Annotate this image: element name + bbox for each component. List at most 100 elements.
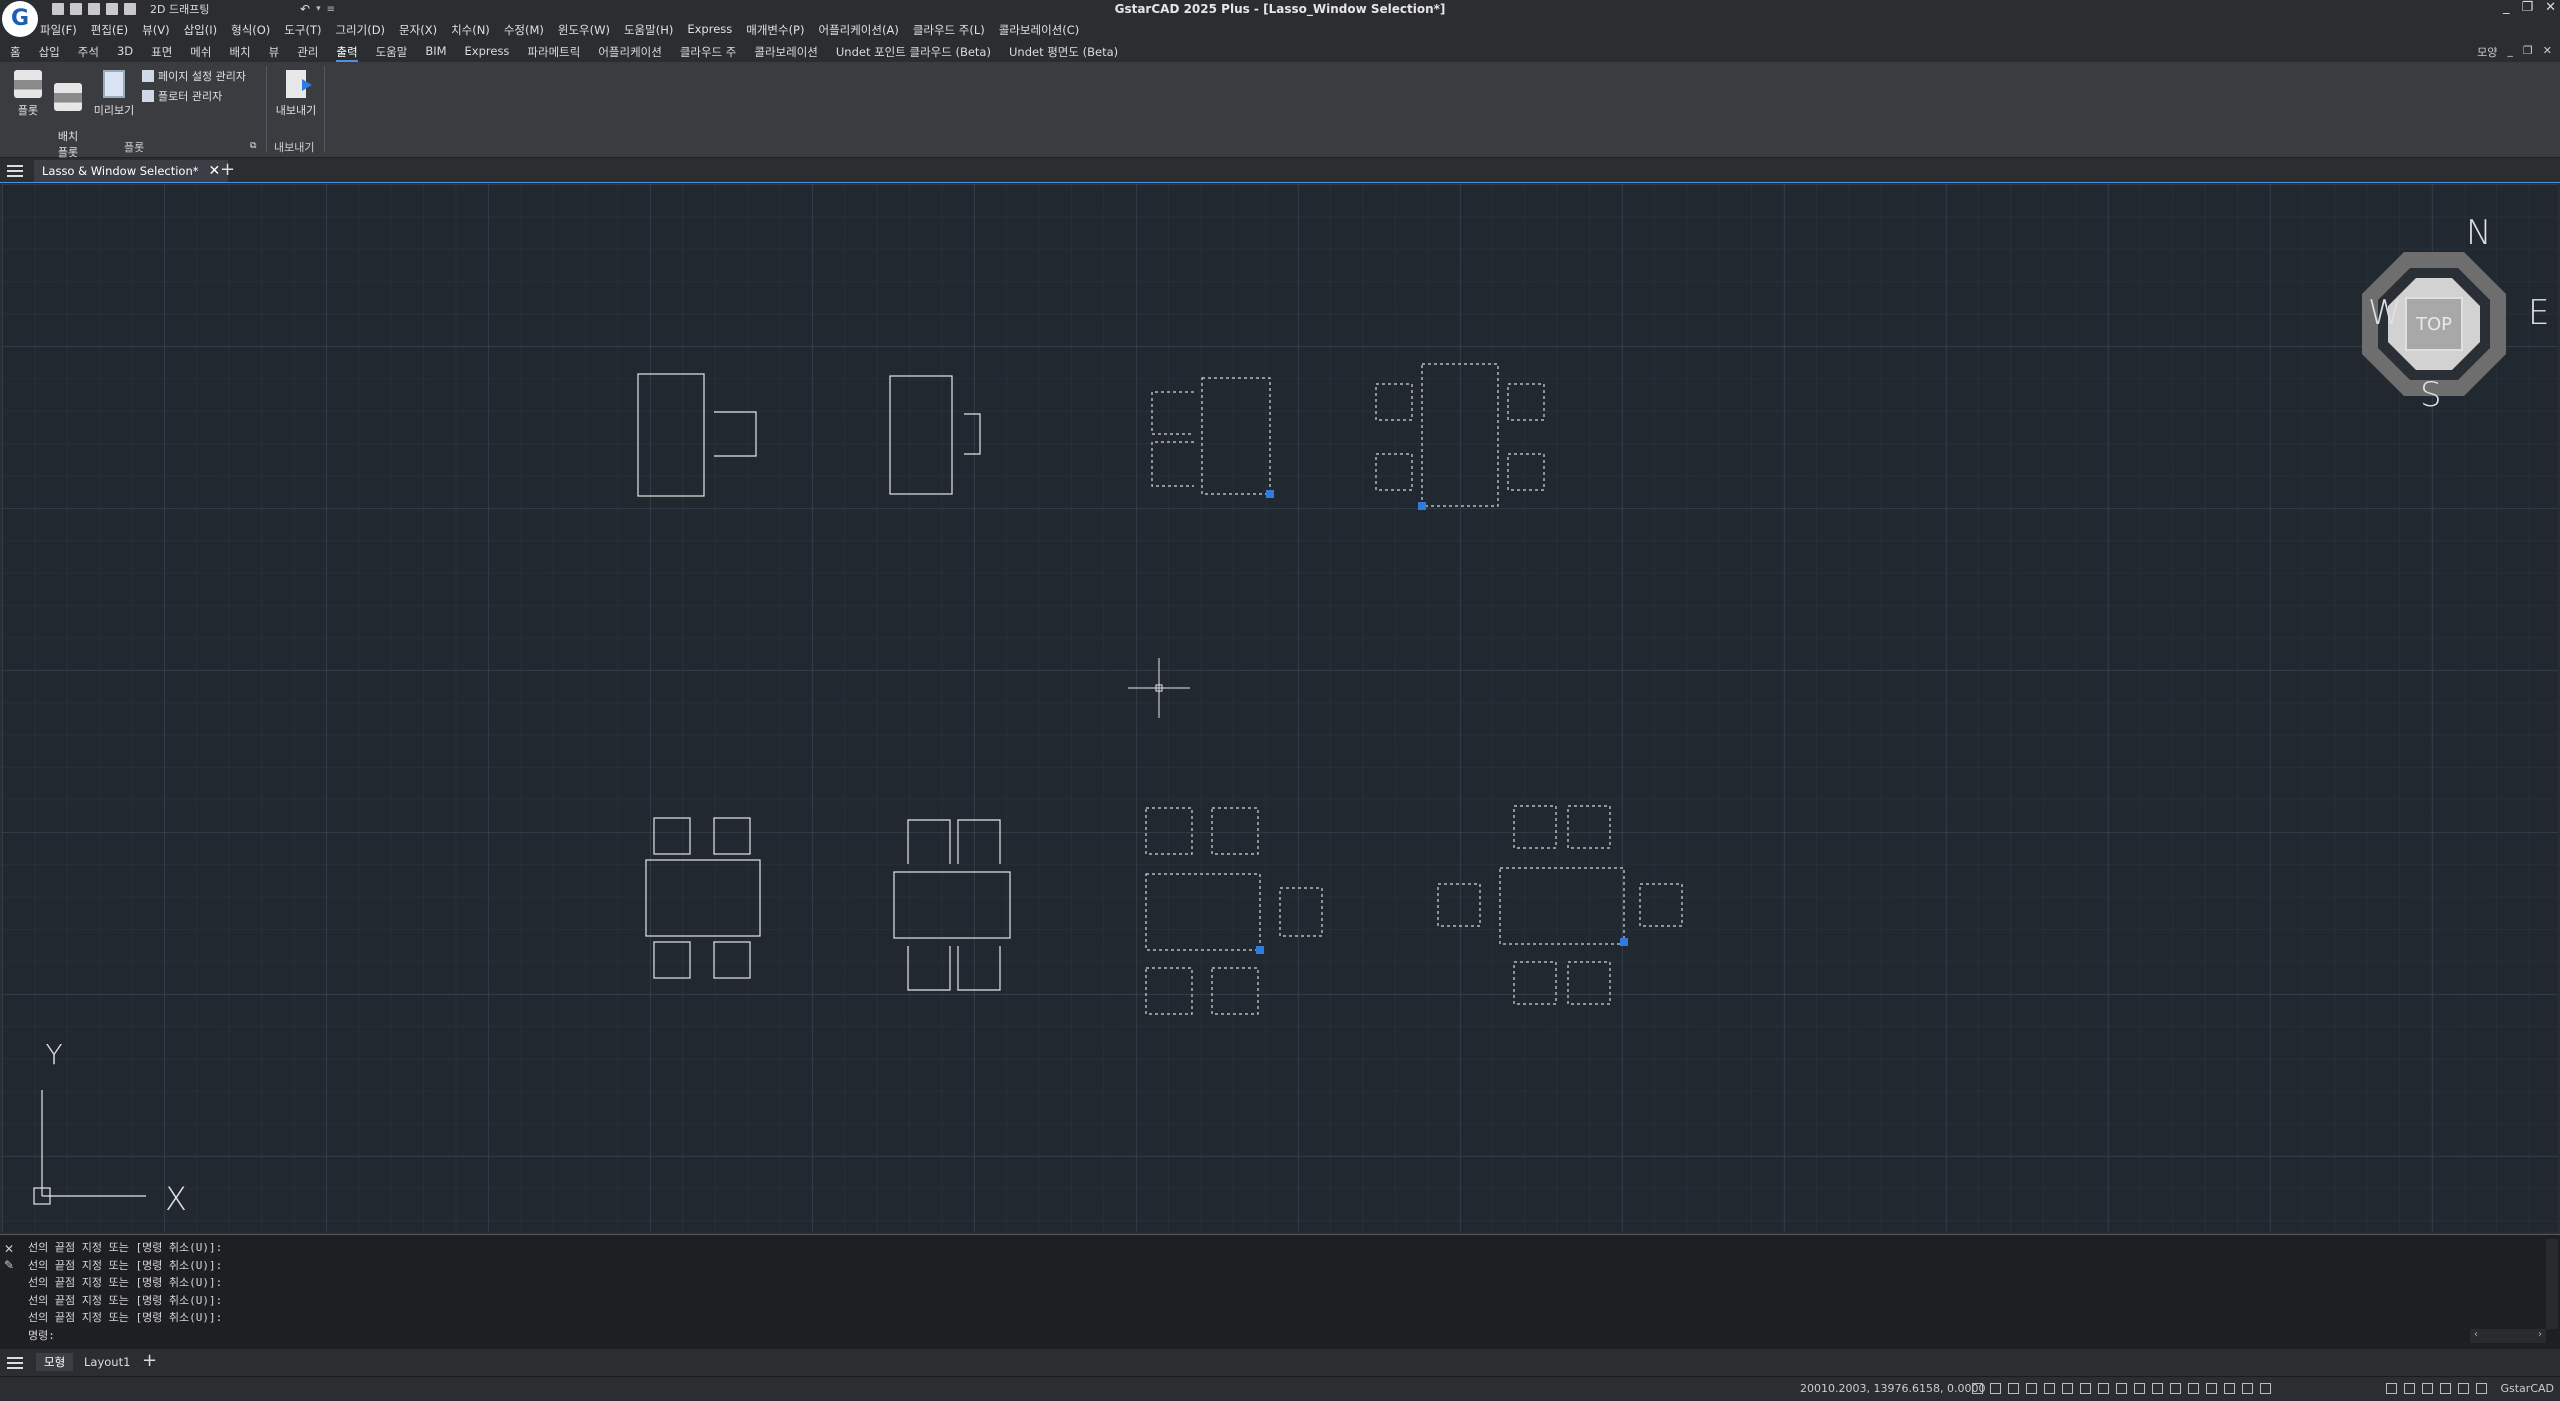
- workspace-switch-icon[interactable]: [2242, 1383, 2253, 1394]
- snap-icon[interactable]: [1990, 1383, 2001, 1394]
- tab-undet-floorplan[interactable]: Undet 평면도 (Beta): [1009, 44, 1118, 62]
- command-horizontal-scrollbar[interactable]: ‹ ›: [2470, 1329, 2546, 1343]
- minimize-button[interactable]: _: [2503, 0, 2510, 15]
- grip-handle[interactable]: [1266, 490, 1274, 498]
- close-button[interactable]: ✕: [2545, 0, 2556, 15]
- menu-parameters[interactable]: 매개변수(P): [746, 22, 804, 40]
- menu-tools[interactable]: 도구(T): [284, 22, 321, 40]
- hardware-icon[interactable]: [2440, 1383, 2451, 1394]
- command-vertical-scrollbar[interactable]: [2546, 1239, 2558, 1329]
- clean-screen-icon[interactable]: [2458, 1383, 2469, 1394]
- selection-cycling-icon[interactable]: [2170, 1383, 2181, 1394]
- menu-express[interactable]: Express: [687, 22, 732, 40]
- batch-plot-button[interactable]: 배치 플롯: [50, 70, 86, 160]
- dynamic-input-icon[interactable]: [2116, 1383, 2127, 1394]
- document-tab[interactable]: Lasso & Window Selection* ✕: [34, 160, 229, 182]
- compass-north[interactable]: N: [2466, 213, 2491, 253]
- transparency-icon[interactable]: [2152, 1383, 2163, 1394]
- tab-home[interactable]: 홈: [10, 44, 21, 62]
- table-with-four-chairs-2[interactable]: [893, 819, 1011, 991]
- menu-application[interactable]: 어플리케이션(A): [818, 22, 898, 40]
- selected-table-with-four-chairs[interactable]: [1375, 363, 1545, 507]
- polar-icon[interactable]: [2044, 1383, 2055, 1394]
- dynamic-ucs-icon[interactable]: [2098, 1383, 2109, 1394]
- lock-icon[interactable]: [2422, 1383, 2433, 1394]
- scroll-left-icon[interactable]: ‹: [2474, 1329, 2478, 1343]
- tab-help[interactable]: 도움말: [376, 44, 408, 62]
- menu-edit[interactable]: 편집(E): [91, 22, 128, 40]
- layout-menu-icon[interactable]: [7, 1357, 23, 1369]
- compass-east[interactable]: E: [2528, 293, 2549, 333]
- close-tab-icon[interactable]: ✕: [209, 163, 221, 179]
- ribbon-minimize-button[interactable]: _: [2507, 44, 2513, 60]
- selected-desk-with-two-chairs[interactable]: [1151, 377, 1271, 495]
- menu-insert[interactable]: 삽입(I): [184, 22, 218, 40]
- drawing-canvas[interactable]: TOP N S E W Y X: [2, 184, 2558, 1232]
- menu-window[interactable]: 윈도우(W): [558, 22, 610, 40]
- menu-format[interactable]: 형식(O): [231, 22, 270, 40]
- plotter-manager-button[interactable]: 플로터 관리자: [142, 88, 222, 104]
- tab-manage[interactable]: 관리: [297, 44, 318, 62]
- table-icon[interactable]: [2260, 1383, 2271, 1394]
- infer-icon[interactable]: [2008, 1383, 2019, 1394]
- command-input[interactable]: 명령:: [28, 1327, 2458, 1343]
- menu-dimension[interactable]: 치수(N): [451, 22, 490, 40]
- close-command-icon[interactable]: ✕: [4, 1241, 20, 1257]
- compass-west[interactable]: W: [2368, 293, 2402, 333]
- add-layout-icon[interactable]: +: [142, 1350, 157, 1371]
- ribbon-restore-button[interactable]: ❐: [2523, 44, 2533, 60]
- osnap-icon[interactable]: [2062, 1383, 2073, 1394]
- menu-help[interactable]: 도움말(H): [624, 22, 673, 40]
- selected-table-with-five-chairs[interactable]: [1145, 807, 1323, 1015]
- menu-icon[interactable]: [7, 165, 23, 177]
- scroll-right-icon[interactable]: ›: [2538, 1329, 2542, 1343]
- menu-text[interactable]: 문자(X): [399, 22, 437, 40]
- selected-table-with-six-chairs[interactable]: [1437, 805, 1683, 1005]
- layers-icon[interactable]: [2188, 1383, 2199, 1394]
- grip-handle[interactable]: [1256, 946, 1264, 954]
- menu-cloud[interactable]: 클라우드 주(L): [913, 22, 985, 40]
- export-button[interactable]: 내보내기: [272, 70, 320, 118]
- compass-south[interactable]: S: [2420, 375, 2442, 415]
- page-setup-manager-button[interactable]: 페이지 설정 관리자: [142, 68, 246, 84]
- preview-button[interactable]: 미리보기: [90, 70, 138, 118]
- menu-file[interactable]: 파일(F): [40, 22, 77, 40]
- model-tab[interactable]: 모형: [36, 1353, 74, 1371]
- tab-bim[interactable]: BIM: [425, 44, 446, 62]
- appearance-menu[interactable]: 모양: [2477, 44, 2497, 60]
- table-with-four-chairs-1[interactable]: [645, 817, 761, 979]
- tab-undet-point-cloud[interactable]: Undet 포인트 클라우드 (Beta): [836, 44, 991, 62]
- tab-collaboration[interactable]: 콜라보레이션: [754, 44, 817, 62]
- command-settings-icon[interactable]: ✎: [4, 1257, 20, 1273]
- tab-parametric[interactable]: 파라메트릭: [527, 44, 580, 62]
- tab-output[interactable]: 출력: [336, 44, 358, 62]
- grip-handle[interactable]: [1620, 938, 1628, 946]
- zoom-icon[interactable]: [2206, 1383, 2217, 1394]
- isolate-icon[interactable]: [2404, 1383, 2415, 1394]
- grip-handle[interactable]: [1418, 502, 1426, 510]
- tab-surface[interactable]: 표면: [151, 44, 172, 62]
- ortho-icon[interactable]: [2026, 1383, 2037, 1394]
- restore-button[interactable]: ❐: [2521, 0, 2533, 15]
- grid-icon[interactable]: [1972, 1383, 1983, 1394]
- tab-application[interactable]: 어플리케이션: [598, 44, 661, 62]
- tab-express[interactable]: Express: [465, 44, 510, 62]
- tab-annotate[interactable]: 주석: [78, 44, 99, 62]
- otrack-icon[interactable]: [2080, 1383, 2091, 1394]
- ribbon-close-button[interactable]: ✕: [2543, 44, 2552, 60]
- tab-cloud[interactable]: 클라우드 주: [680, 44, 737, 62]
- fullscreen-icon[interactable]: [2476, 1383, 2487, 1394]
- tab-3d[interactable]: 3D: [117, 44, 133, 62]
- desk-with-chair-1[interactable]: [637, 373, 757, 497]
- plot-button[interactable]: 플롯: [10, 70, 46, 118]
- desk-with-chair-2[interactable]: [889, 375, 981, 495]
- viewcube-top-label[interactable]: TOP: [2415, 314, 2452, 335]
- lineweight-icon[interactable]: [2134, 1383, 2145, 1394]
- tab-view[interactable]: 뷰: [269, 44, 280, 62]
- annotation-scale-icon[interactable]: [2224, 1383, 2235, 1394]
- gstarcad-logo[interactable]: G: [2, 1, 38, 37]
- menu-collaboration[interactable]: 콜라보레이션(C): [999, 22, 1079, 40]
- layout1-tab[interactable]: Layout1: [76, 1353, 138, 1371]
- menu-modify[interactable]: 수정(M): [504, 22, 544, 40]
- new-tab-icon[interactable]: +: [220, 159, 235, 180]
